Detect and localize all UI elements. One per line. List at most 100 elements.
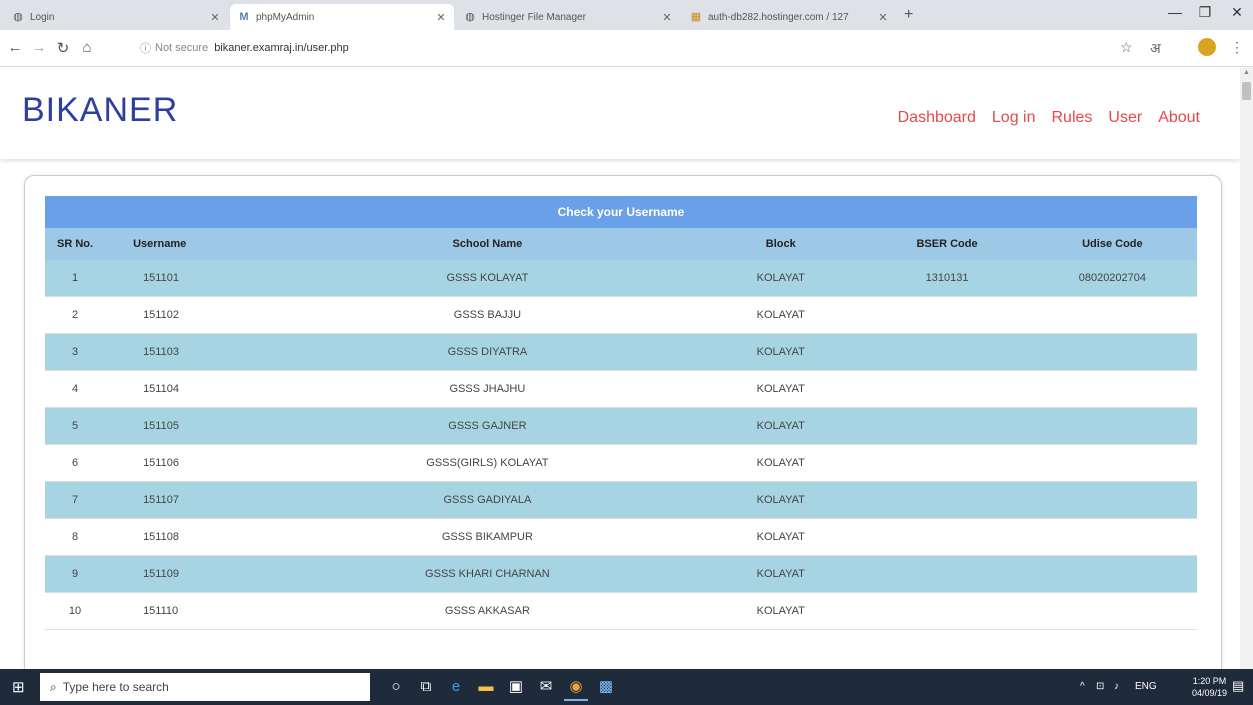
nav-rules[interactable]: Rules [1052, 109, 1093, 127]
mail-icon[interactable]: ✉ [534, 675, 558, 699]
tray-chevron-icon[interactable]: ^ [1080, 681, 1085, 692]
new-tab-button[interactable]: + [904, 6, 913, 24]
tab-file-manager[interactable]: ◍ Hostinger File Manager ✕ [456, 4, 680, 30]
browser-tab-strip: ◍ Login ✕ M phpMyAdmin ✕ ◍ Hostinger Fil… [0, 0, 1253, 30]
volume-icon[interactable]: ♪ [1114, 681, 1119, 692]
clock-date: 04/09/19 [1192, 688, 1228, 698]
close-icon[interactable]: ✕ [208, 11, 222, 24]
cell-username: 151107 [105, 481, 280, 519]
cell-bser-code [866, 592, 1028, 630]
star-icon[interactable]: ☆ [1120, 39, 1133, 56]
reload-button[interactable]: ↻ [54, 39, 72, 57]
browser-toolbar: ← → ↻ ⌂ ⓘ Not secure bikaner.examraj.in/… [0, 30, 1253, 67]
nav-login[interactable]: Log in [992, 109, 1036, 127]
tab-login[interactable]: ◍ Login ✕ [4, 4, 228, 30]
minimize-button[interactable]: — [1160, 4, 1190, 20]
cell-sr-no: 1 [45, 260, 106, 297]
network-icon[interactable]: ⊡ [1096, 681, 1104, 692]
cell-bser-code [866, 481, 1028, 519]
maximize-button[interactable]: ❐ [1190, 4, 1220, 21]
cell-sr-no: 9 [45, 555, 106, 593]
cell-username: 151101 [105, 260, 280, 297]
menu-icon[interactable]: ⋮ [1230, 39, 1244, 56]
cell-udise-code [1027, 296, 1197, 334]
home-icon[interactable]: ⌂ [78, 39, 96, 56]
forward-button[interactable]: → [30, 39, 48, 56]
site-brand[interactable]: BIKANER [22, 91, 178, 130]
cell-udise-code [1027, 407, 1197, 445]
cell-block: KOLAYAT [695, 370, 867, 408]
cell-school-name: GSSS GADIYALA [279, 481, 696, 519]
close-icon[interactable]: ✕ [660, 11, 674, 24]
cell-block: KOLAYAT [695, 555, 867, 593]
cell-block: KOLAYAT [695, 333, 867, 371]
language-indicator[interactable]: ENG [1135, 681, 1157, 692]
chrome-icon[interactable]: ◉ [564, 675, 588, 701]
table-row: 8 151108 GSSS BIKAMPUR KOLAYAT [45, 518, 1197, 556]
tab-db[interactable]: ▦ auth-db282.hostinger.com / 127 ✕ [682, 4, 896, 30]
cell-block: KOLAYAT [695, 481, 867, 519]
file-explorer-icon[interactable]: ▬ [474, 675, 498, 699]
edge-icon[interactable]: e [444, 675, 468, 699]
address-bar[interactable]: ⓘ Not secure bikaner.examraj.in/user.php [140, 35, 1100, 61]
taskbar: ⊞ ⌕ Type here to search ○ ⧉ e ▬ ▣ ✉ ◉ ▩ … [0, 669, 1253, 705]
search-icon: ⌕ [50, 679, 57, 694]
cortana-icon[interactable]: ○ [384, 675, 408, 699]
app-icon[interactable]: ▩ [594, 675, 618, 699]
table-row: 10 151110 GSSS AKKASAR KOLAYAT [45, 592, 1197, 630]
nav-about[interactable]: About [1158, 109, 1200, 127]
cell-bser-code [866, 518, 1028, 556]
scroll-up-icon[interactable]: ▲ [1243, 69, 1250, 76]
table-row: 1 151101 GSSS KOLAYAT KOLAYAT 1310131 0802020… [45, 260, 1197, 297]
info-icon[interactable]: ⓘ [140, 40, 151, 56]
back-button[interactable]: ← [6, 39, 24, 56]
taskbar-search[interactable]: ⌕ Type here to search [40, 673, 370, 701]
cell-block: KOLAYAT [695, 592, 867, 630]
cell-sr-no: 3 [45, 333, 106, 371]
page-scrollbar[interactable] [1240, 67, 1253, 669]
close-window-button[interactable]: ✕ [1222, 4, 1252, 21]
cell-udise-code [1027, 555, 1197, 593]
table-row: 6 151106 GSSS(GIRLS) KOLAYAT KOLAYAT [45, 444, 1197, 482]
cell-school-name: GSSS AKKASAR [279, 592, 696, 630]
nav-user[interactable]: User [1108, 109, 1142, 127]
table-row: 5 151105 GSSS GAJNER KOLAYAT [45, 407, 1197, 445]
extension-icon[interactable]: अ [1150, 39, 1161, 58]
cell-block: KOLAYAT [695, 407, 867, 445]
globe-icon: ◍ [13, 11, 23, 23]
cell-sr-no: 5 [45, 407, 106, 445]
scrollbar-thumb[interactable] [1242, 82, 1251, 100]
notification-icon[interactable]: ▤ [1232, 678, 1244, 694]
tab-phpmyadmin[interactable]: M phpMyAdmin ✕ [230, 4, 454, 30]
cell-username: 151108 [105, 518, 280, 556]
cell-username: 151106 [105, 444, 280, 482]
close-icon[interactable]: ✕ [434, 11, 448, 24]
nav-dashboard[interactable]: Dashboard [898, 109, 976, 127]
cell-school-name: GSSS KHARI CHARNAN [279, 555, 696, 593]
cell-udise-code [1027, 370, 1197, 408]
cell-username: 151102 [105, 296, 280, 334]
store-icon[interactable]: ▣ [504, 675, 528, 699]
cell-school-name: GSSS DIYATRA [279, 333, 696, 371]
url-text[interactable]: bikaner.examraj.in/user.php [214, 42, 349, 54]
clock[interactable]: 1:20 PM 04/09/19 [1192, 675, 1227, 699]
cell-sr-no: 8 [45, 518, 106, 556]
close-icon[interactable]: ✕ [876, 11, 890, 24]
cell-sr-no: 10 [45, 592, 106, 630]
cell-udise-code [1027, 518, 1197, 556]
profile-avatar[interactable] [1198, 38, 1216, 56]
cell-username: 151110 [105, 592, 280, 630]
cell-bser-code [866, 296, 1028, 334]
cell-bser-code [866, 407, 1028, 445]
cell-udise-code [1027, 592, 1197, 630]
tab-label: auth-db282.hostinger.com / 127 [708, 11, 849, 23]
col-username: Username [105, 228, 280, 260]
site-nav: Dashboard Log in Rules User About [898, 109, 1200, 127]
site-header: BIKANER Dashboard Log in Rules User Abou… [0, 67, 1240, 159]
phpmyadmin-icon: M [239, 11, 249, 23]
cell-school-name: GSSS(GIRLS) KOLAYAT [279, 444, 696, 482]
cell-block: KOLAYAT [695, 444, 867, 482]
task-view-icon[interactable]: ⧉ [414, 675, 438, 699]
cell-block: KOLAYAT [695, 518, 867, 556]
windows-start-icon[interactable]: ⊞ [12, 678, 30, 696]
